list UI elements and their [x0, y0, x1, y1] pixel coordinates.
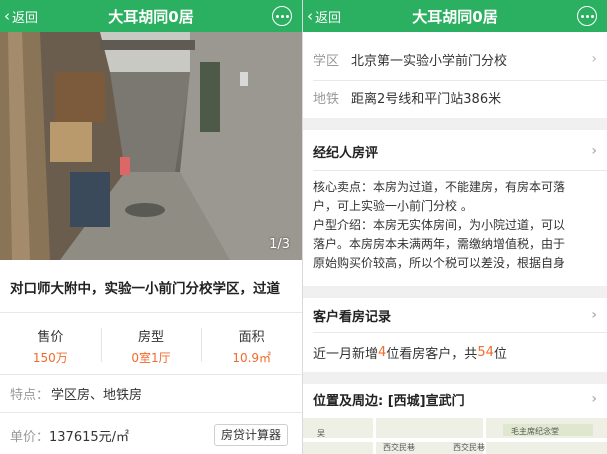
listing-photo[interactable]: 1/3	[0, 32, 302, 260]
viewings-middle: 位看房客户，共	[386, 346, 478, 362]
photo-counter: 1/3	[269, 237, 290, 252]
map-label: 西交民巷	[453, 443, 485, 452]
divider	[313, 80, 607, 81]
back-button[interactable]: ‹ 返回	[307, 6, 341, 26]
chevron-right-icon: ›	[591, 51, 597, 67]
alley-photo-illustration	[0, 32, 302, 260]
mortgage-calculator-button[interactable]: 房贷计算器	[213, 424, 288, 446]
divider	[313, 170, 607, 171]
stats-row: 售价 150万 房型 0室1厅 面积 10.9㎡	[0, 318, 302, 372]
school-key: 学区	[313, 53, 340, 69]
new-viewers-count: 4	[378, 344, 387, 360]
unit-price-row: 单价： 137615元/㎡ 房贷计算器	[10, 420, 292, 450]
stat-value: 150万	[32, 351, 68, 365]
unit-price-value: 137615元/㎡	[49, 429, 130, 445]
review-line: 核心卖点：本房为过道，不能建房，有房本可落	[313, 180, 566, 194]
features-key: 特点：	[10, 387, 50, 403]
section-gap	[303, 118, 607, 130]
divider	[0, 412, 302, 413]
divider	[0, 312, 302, 313]
school-value: 北京第一实验小学前门分校	[351, 53, 508, 69]
stat-label: 房型	[138, 330, 165, 345]
review-line: 落户。本房房本未满两年，需缴纳增值税，由于	[313, 237, 566, 251]
back-label: 返回	[12, 10, 39, 26]
back-label: 返回	[315, 10, 342, 26]
subway-key: 地铁	[313, 91, 340, 107]
page-title: 大耳胡同0居	[412, 8, 498, 26]
location-map[interactable]: 吴 西交民巷 西交民巷 毛主席纪念堂	[303, 418, 607, 454]
page-title: 大耳胡同0居	[108, 8, 194, 26]
viewings-header[interactable]: 客户看房记录 ›	[313, 300, 597, 330]
stat-label: 面积	[238, 330, 265, 345]
subway-value: 距离2号线和平门站386米	[351, 91, 502, 107]
nav-bar: ‹ 返回 大耳胡同0居	[0, 0, 302, 32]
agent-review-text: 核心卖点：本房为过道，不能建房，有房本可落 户，可上实验一小前门分校 。 户型介…	[313, 178, 597, 273]
chevron-left-icon: ‹	[307, 7, 313, 25]
chevron-right-icon: ›	[591, 391, 597, 407]
listing-title: 对口师大附中，实验一小前门分校学区，过道	[10, 281, 280, 297]
review-line: 原始购买价较高，所以个税可以差没，根据自身	[313, 256, 566, 270]
map-label: 吴	[317, 429, 325, 438]
section-gap	[303, 372, 607, 384]
viewings-heading: 客户看房记录	[313, 309, 392, 325]
features-value: 学区房、地铁房	[51, 387, 143, 403]
stat-area: 面积 10.9㎡	[201, 318, 302, 372]
school-row[interactable]: 学区 北京第一实验小学前门分校 ›	[313, 46, 597, 72]
divider	[0, 374, 302, 375]
viewings-summary: 近一月新增 4 位看房客户，共 54 位	[313, 340, 597, 364]
location-heading: 位置及周边: [西城]宣武门	[313, 393, 465, 409]
chevron-left-icon: ‹	[4, 7, 10, 25]
nav-bar: ‹ 返回 大耳胡同0居	[303, 0, 607, 32]
more-icon[interactable]	[272, 6, 292, 26]
right-screen: ‹ 返回 大耳胡同0居 学区 北京第一实验小学前门分校 › 地铁 距离2号线和平…	[303, 0, 607, 454]
chevron-right-icon: ›	[591, 307, 597, 323]
map-label: 西交民巷	[383, 443, 415, 452]
stat-price: 售价 150万	[0, 318, 101, 372]
divider	[313, 332, 607, 333]
viewings-suffix: 位	[493, 346, 507, 362]
section-gap	[303, 286, 607, 298]
total-viewers-count: 54	[477, 344, 494, 360]
stat-value: 0室1厅	[131, 351, 171, 365]
stat-value: 10.9㎡	[232, 351, 272, 365]
features-row: 特点： 学区房、地铁房	[10, 380, 292, 406]
agent-review-heading: 经纪人房评	[313, 145, 379, 161]
review-line: 户，可上实验一小前门分校 。	[313, 199, 473, 213]
more-icon[interactable]	[577, 6, 597, 26]
left-screen: ‹ 返回 大耳胡同0居 1/3 对口师大附中，实验一小前门分校学区，过道 售价 …	[0, 0, 302, 454]
map-label: 毛主席纪念堂	[511, 427, 559, 436]
stat-label: 售价	[37, 330, 64, 345]
location-header[interactable]: 位置及周边: [西城]宣武门 ›	[313, 384, 597, 414]
agent-review-header[interactable]: 经纪人房评 ›	[313, 136, 597, 166]
stat-layout: 房型 0室1厅	[100, 318, 202, 372]
back-button[interactable]: ‹ 返回	[4, 6, 38, 26]
subway-row: 地铁 距离2号线和平门站386米	[313, 84, 597, 110]
chevron-right-icon: ›	[591, 143, 597, 159]
review-line: 户型介绍：本房无实体房间，为小院过道，可以	[313, 218, 566, 232]
viewings-prefix: 近一月新增	[313, 346, 379, 362]
unit-price-key: 单价：	[10, 429, 50, 445]
